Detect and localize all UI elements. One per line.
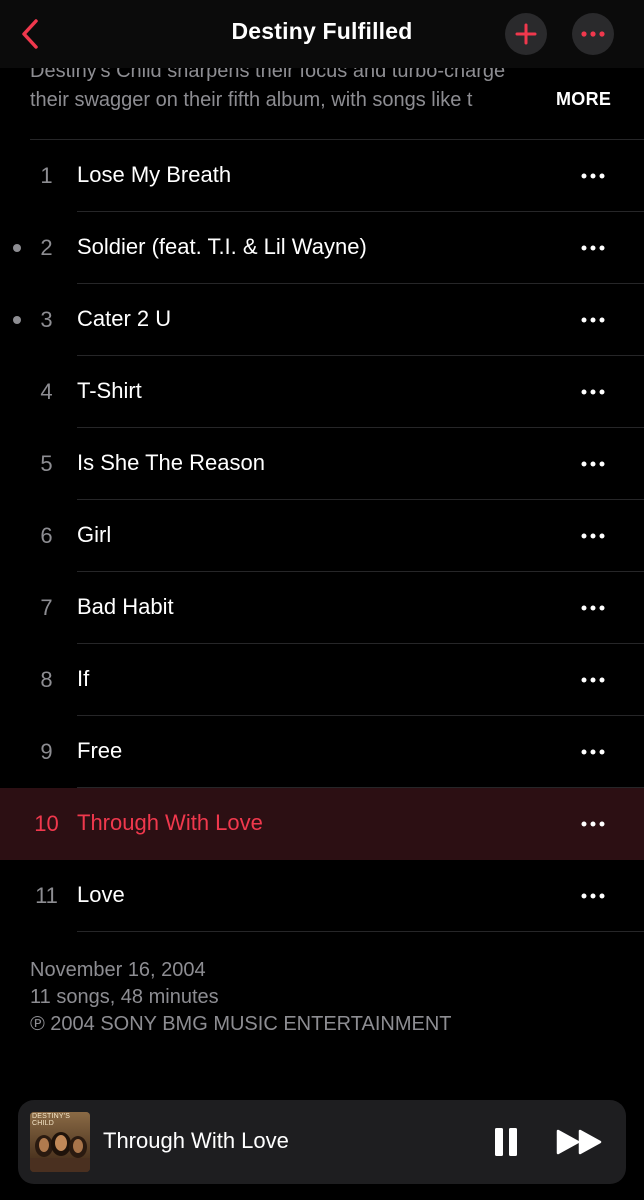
ellipsis-icon: [581, 533, 605, 539]
ellipsis-icon: [581, 317, 605, 323]
plus-icon: [515, 23, 537, 45]
copyright: ℗ 2004 SONY BMG MUSIC ENTERTAINMENT: [30, 1013, 452, 1035]
pause-button[interactable]: [488, 1124, 524, 1160]
track-number: 5: [40, 451, 53, 476]
track-more-button[interactable]: [572, 809, 614, 839]
track-more-button[interactable]: [572, 593, 614, 623]
pause-icon: [495, 1128, 517, 1156]
album-summary: 11 songs, 48 minutes: [30, 986, 219, 1008]
track-title: Bad Habit: [77, 594, 174, 619]
ellipsis-icon: [581, 461, 605, 467]
track-number: 2: [40, 235, 53, 260]
release-date: November 16, 2004: [30, 959, 206, 981]
track-list: 1 Lose My Breath 2 Soldier (feat. T.I. &…: [0, 140, 644, 932]
track-title: Cater 2 U: [77, 306, 172, 331]
track-row[interactable]: 11 Love: [0, 860, 644, 932]
track-number: 6: [40, 523, 53, 548]
track-number: 9: [40, 739, 53, 764]
ellipsis-icon: [581, 893, 605, 899]
track-row[interactable]: 2 Soldier (feat. T.I. & Lil Wayne): [0, 212, 644, 284]
track-number: 4: [40, 379, 53, 404]
ellipsis-icon: [581, 389, 605, 395]
album-info: November 16, 2004 11 songs, 48 minutes ℗…: [30, 957, 451, 1038]
track-title: Is She The Reason: [77, 450, 265, 475]
description-line: their swagger on their fifth album, with…: [30, 89, 473, 111]
track-more-button[interactable]: [572, 233, 614, 263]
track-title: Through With Love: [77, 810, 263, 835]
ellipsis-icon: [581, 605, 605, 611]
add-button[interactable]: [505, 13, 547, 55]
track-title: T-Shirt: [77, 378, 142, 403]
track-number: 7: [40, 595, 53, 620]
description-more-link[interactable]: MORE: [556, 89, 611, 110]
track-number: 3: [40, 307, 53, 332]
track-title: Love: [77, 882, 125, 907]
track-number: 11: [35, 883, 58, 908]
track-more-button[interactable]: [572, 377, 614, 407]
track-title: Girl: [77, 522, 112, 547]
track-title: If: [77, 666, 90, 691]
track-number: 1: [40, 163, 53, 188]
ellipsis-icon: [581, 677, 605, 683]
fast-forward-icon: [556, 1129, 602, 1155]
track-more-button[interactable]: [572, 305, 614, 335]
track-more-button[interactable]: [572, 881, 614, 911]
track-title: Soldier (feat. T.I. & Lil Wayne): [77, 234, 367, 259]
page-title: Destiny Fulfilled: [231, 18, 413, 44]
track-row[interactable]: 6 Girl: [0, 500, 644, 572]
popular-indicator-dot: [13, 316, 21, 324]
track-row[interactable]: 7 Bad Habit: [0, 572, 644, 644]
track-row-now-playing[interactable]: 10 Through With Love: [0, 788, 644, 860]
track-more-button[interactable]: [572, 521, 614, 551]
track-row[interactable]: 1 Lose My Breath: [0, 140, 644, 212]
track-more-button[interactable]: [572, 737, 614, 767]
album-artwork: DESTINY'S CHILD: [30, 1112, 90, 1172]
track-number: 8: [40, 667, 53, 692]
track-more-button[interactable]: [572, 665, 614, 695]
divider: [77, 931, 644, 932]
track-row[interactable]: 9 Free: [0, 716, 644, 788]
track-row[interactable]: 3 Cater 2 U: [0, 284, 644, 356]
fast-forward-button[interactable]: [554, 1124, 606, 1160]
track-title: Lose My Breath: [77, 162, 232, 187]
ellipsis-icon: [581, 173, 605, 179]
album-description[interactable]: Destiny's Child sharpens their focus and…: [30, 56, 620, 140]
ellipsis-icon: [581, 31, 605, 37]
popular-indicator-dot: [13, 244, 21, 252]
ellipsis-icon: [581, 821, 605, 827]
track-row[interactable]: 8 If: [0, 644, 644, 716]
track-row[interactable]: 5 Is She The Reason: [0, 428, 644, 500]
track-number: 10: [34, 811, 59, 836]
track-title: Free: [77, 738, 123, 763]
ellipsis-icon: [581, 749, 605, 755]
track-row[interactable]: 4 T-Shirt: [0, 356, 644, 428]
now-playing-title: Through With Love: [103, 1128, 289, 1153]
navigation-header: Destiny Fulfilled: [0, 0, 644, 68]
mini-player[interactable]: DESTINY'S CHILD Through With Love: [18, 1100, 626, 1184]
ellipsis-icon: [581, 245, 605, 251]
artwork-text: DESTINY'S CHILD: [32, 1113, 71, 1127]
track-more-button[interactable]: [572, 449, 614, 479]
track-more-button[interactable]: [572, 161, 614, 191]
album-more-button[interactable]: [572, 13, 614, 55]
